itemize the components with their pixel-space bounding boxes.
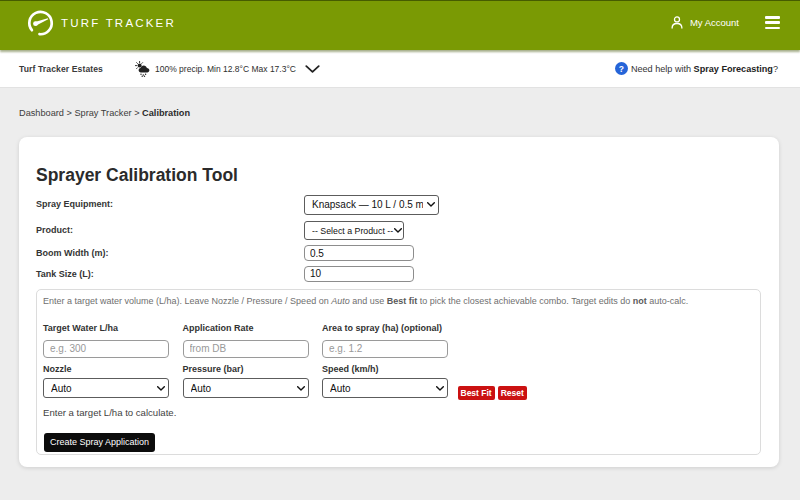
gauge-logo-icon [26, 9, 54, 37]
chevron-down-icon[interactable] [305, 65, 320, 73]
top-navigation-bar: TURF TRACKER My Account [0, 0, 800, 50]
sprayer-calibration-card: Sprayer Calibration Tool Spray Equipment… [19, 137, 779, 467]
spray-equipment-label: Spray Equipment: [36, 199, 304, 209]
boom-width-label: Boom Width (m): [36, 248, 304, 258]
tank-size-label: Tank Size (L): [36, 269, 304, 279]
speed-select[interactable]: Auto [322, 378, 448, 398]
breadcrumb-current: Calibration [142, 108, 190, 118]
product-label: Product: [36, 225, 304, 235]
weather-icon [135, 61, 152, 77]
nozzle-select[interactable]: Auto [43, 378, 169, 398]
area-to-spray-input[interactable] [322, 340, 448, 358]
my-account-button[interactable]: My Account [671, 16, 739, 29]
application-rate-label: Application Rate [183, 322, 309, 334]
product-select[interactable]: -- Select a Product -- [304, 221, 404, 240]
spray-equipment-select[interactable]: Knapsack — 10 L / 0.5 m [304, 195, 439, 215]
logo[interactable]: TURF TRACKER [26, 9, 176, 37]
status-bar: Turf Tracker Estates 100% precip. Min [0, 50, 800, 88]
pressure-select[interactable]: Auto [183, 378, 309, 398]
user-icon [671, 16, 683, 29]
estate-name: Turf Tracker Estates [19, 64, 103, 74]
logo-text: TURF TRACKER [61, 17, 176, 29]
application-rate-input[interactable] [183, 340, 309, 358]
target-water-input[interactable] [43, 340, 169, 358]
speed-label: Speed (km/h) [322, 363, 448, 375]
breadcrumb-path: Dashboard > Spray Tracker > [19, 108, 142, 118]
my-account-label: My Account [690, 17, 739, 28]
nozzle-label: Nozzle [43, 363, 169, 375]
breadcrumb[interactable]: Dashboard > Spray Tracker > Calibration [19, 108, 800, 118]
best-fit-button[interactable]: Best Fit [458, 386, 495, 400]
calibration-section: Enter a target water volume (L/ha). Leav… [36, 289, 761, 455]
question-mark-icon: ? [615, 62, 628, 75]
hamburger-menu-icon[interactable] [765, 16, 780, 29]
pressure-label: Pressure (bar) [183, 363, 309, 375]
reset-button[interactable]: Reset [498, 386, 527, 400]
calc-hint: Enter a target L/ha to calculate. [43, 407, 754, 418]
tank-size-input[interactable] [304, 266, 414, 282]
create-spray-application-button[interactable]: Create Spray Application [44, 433, 155, 452]
help-link[interactable]: ? Need help with Spray Forecasting? [615, 62, 778, 75]
target-water-label: Target Water L/ha [43, 322, 169, 334]
page-title: Sprayer Calibration Tool [36, 165, 761, 186]
weather-widget[interactable]: 100% precip. Min 12.8°C Max 17.3°C [135, 61, 320, 77]
calibration-note: Enter a target water volume (L/ha). Leav… [43, 296, 754, 307]
area-to-spray-label: Area to spray (ha) (optional) [322, 322, 448, 334]
weather-summary: 100% precip. Min 12.8°C Max 17.3°C [155, 64, 296, 74]
help-text: Need help with Spray Forecasting? [631, 64, 778, 74]
boom-width-input[interactable] [304, 245, 414, 261]
